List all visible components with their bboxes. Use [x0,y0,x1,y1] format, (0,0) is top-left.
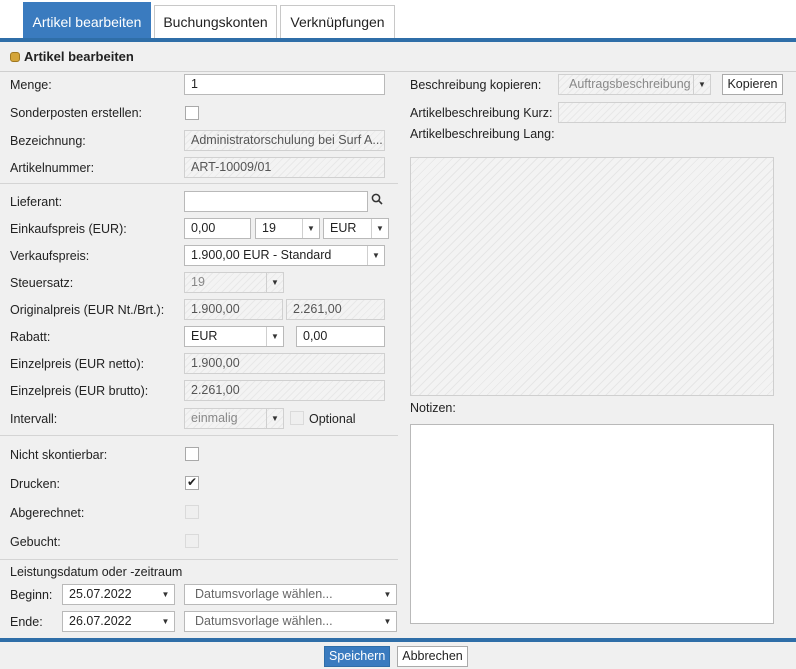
nicht-skontierbar-checkbox[interactable] [185,447,199,461]
steuersatz-label: Steuersatz: [10,276,74,290]
beschreibung-kopieren-value: Auftragsbeschreibung [569,77,691,91]
chevron-down-icon: ▼ [266,327,283,346]
optional-checkbox [290,411,304,425]
einzelpreis-brutto-label: Einzelpreis (EUR brutto): [10,384,149,398]
tab-artikel-bearbeiten[interactable]: Artikel bearbeiten [23,2,151,38]
save-button[interactable]: Speichern [324,646,390,667]
menge-label: Menge: [10,78,52,92]
rabatt-input[interactable]: 0,00 [296,326,385,347]
intervall-select: einmalig ▼ [184,408,284,429]
drucken-label: Drucken: [10,477,61,491]
leistungsdatum-label: Leistungsdatum oder -zeitraum [10,565,183,579]
footer-bar: Speichern Abbrechen [0,642,796,669]
originalpreis-label: Originalpreis (EUR Nt./Brt.): [10,303,165,317]
lieferant-input[interactable] [184,191,368,212]
steuersatz-select: 19 ▼ [184,272,284,293]
tab-buchungskonten[interactable]: Buchungskonten [154,5,277,38]
tab-verknuepfungen[interactable]: Verknüpfungen [280,5,395,38]
beginn-date-picker[interactable]: 25.07.2022 ▼ [62,584,175,605]
chevron-down-icon: ▼ [161,590,170,599]
drucken-checkbox[interactable]: ✔ [185,475,199,490]
ende-value: 26.07.2022 [69,614,132,628]
rabatt-type-value: EUR [191,329,218,343]
einzelpreis-netto-field: 1.900,00 [184,353,385,374]
chevron-down-icon: ▼ [693,75,710,94]
beschreibung-kopieren-select[interactable]: Auftragsbeschreibung ▼ [558,74,711,95]
abgerechnet-checkbox [185,505,199,519]
einkaufspreis-label: Einkaufspreis (EUR): [10,222,127,236]
menge-input[interactable]: 1 [184,74,385,95]
sonderposten-checkbox[interactable] [185,106,199,120]
beschreibung-kopieren-label: Beschreibung kopieren: [410,78,542,92]
section-title: Artikel bearbeiten [10,49,134,64]
section-title-text: Artikel bearbeiten [24,49,134,64]
intervall-label: Intervall: [10,412,58,426]
lang-label: Artikelbeschreibung Lang: [410,127,555,141]
notizen-label: Notizen: [410,401,456,415]
beginn-datumsvorlage-value: Datumsvorlage wählen... [195,587,333,601]
chevron-down-icon: ▼ [302,219,319,238]
verkaufspreis-value: 1.900,00 EUR - Standard [191,248,332,262]
ende-datumsvorlage-select[interactable]: Datumsvorlage wählen... ▼ [184,611,397,632]
gebucht-checkbox [185,534,199,548]
artikelnummer-label: Artikelnummer: [10,161,95,175]
ende-label: Ende: [10,615,43,629]
chevron-down-icon: ▼ [266,409,283,428]
chevron-down-icon: ▼ [383,617,392,626]
checkmark-icon: ✔ [187,475,198,489]
chevron-down-icon: ▼ [371,219,388,238]
divider [0,435,398,436]
einzelpreis-brutto-field: 2.261,00 [184,380,385,401]
einkaufspreis-tax-select[interactable]: 19 ▼ [255,218,320,239]
nicht-skontierbar-label: Nicht skontierbar: [10,448,108,462]
einkaufspreis-currency-select[interactable]: EUR ▼ [323,218,389,239]
bezeichnung-label: Bezeichnung: [10,134,86,148]
beginn-datumsvorlage-select[interactable]: Datumsvorlage wählen... ▼ [184,584,397,605]
intervall-value: einmalig [191,411,238,425]
chevron-down-icon: ▼ [383,590,392,599]
einkaufspreis-input[interactable]: 0,00 [184,218,251,239]
originalpreis-brutto-field: 2.261,00 [286,299,385,320]
einzelpreis-netto-label: Einzelpreis (EUR netto): [10,357,145,371]
ende-date-picker[interactable]: 26.07.2022 ▼ [62,611,175,632]
bezeichnung-field: Administratorschulung bei Surf A... [184,130,385,151]
divider [0,183,398,184]
chevron-down-icon: ▼ [161,617,170,626]
steuersatz-value: 19 [191,275,205,289]
beginn-value: 25.07.2022 [69,587,132,601]
artikelbeschreibung-lang-area [410,157,774,396]
beginn-label: Beginn: [10,588,53,602]
article-edit-panel: Artikel bearbeiten Menge: 1 Sonderposten… [0,42,796,638]
artikelbeschreibung-kurz-field [558,102,786,123]
gebucht-label: Gebucht: [10,535,61,549]
optional-label: Optional [309,412,356,426]
lieferant-label: Lieferant: [10,195,63,209]
cancel-button[interactable]: Abbrechen [397,646,468,667]
einkaufspreis-tax-value: 19 [262,221,276,235]
abgerechnet-label: Abgerechnet: [10,506,85,520]
rabatt-type-select[interactable]: EUR ▼ [184,326,284,347]
divider [0,71,796,72]
notizen-textarea[interactable] [410,424,774,624]
divider [0,559,398,560]
rabatt-label: Rabatt: [10,330,51,344]
tab-bar: Artikel bearbeiten Buchungskonten Verknü… [0,0,796,42]
chevron-down-icon: ▼ [367,246,384,265]
kurz-label: Artikelbeschreibung Kurz: [410,106,553,120]
verkaufspreis-select[interactable]: 1.900,00 EUR - Standard ▼ [184,245,385,266]
search-icon[interactable] [368,192,386,211]
originalpreis-netto-field: 1.900,00 [184,299,283,320]
artikelnummer-field: ART-10009/01 [184,157,385,178]
einkaufspreis-currency-value: EUR [330,221,357,235]
chevron-down-icon: ▼ [266,273,283,292]
coins-icon [10,52,20,62]
ende-datumsvorlage-value: Datumsvorlage wählen... [195,614,333,628]
verkaufspreis-label: Verkaufspreis: [10,249,90,263]
kopieren-button[interactable]: Kopieren [722,74,783,95]
sonderposten-label: Sonderposten erstellen: [10,106,143,120]
